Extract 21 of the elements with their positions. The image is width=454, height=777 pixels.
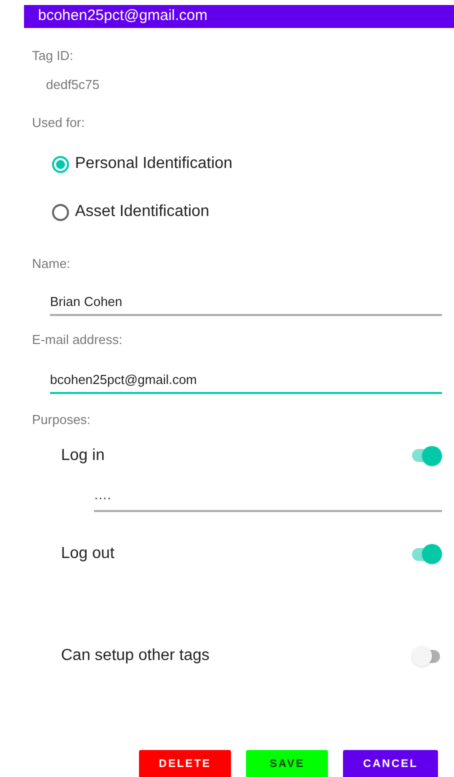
radio-option[interactable]: Personal Identification <box>52 152 232 176</box>
app-bar-title: bcohen25pct@gmail.com <box>38 6 208 26</box>
toggle-switch[interactable] <box>412 646 442 666</box>
text-field[interactable]: Brian Cohen <box>50 292 442 316</box>
radio-option[interactable]: Asset Identification <box>52 200 210 224</box>
purpose-label: Log out <box>61 544 114 564</box>
toggle-switch[interactable] <box>412 446 442 466</box>
password-field[interactable]: ···· <box>94 488 442 512</box>
action-button[interactable]: CANCEL <box>343 750 438 777</box>
action-button[interactable]: SAVE <box>246 750 328 777</box>
field-label: E-mail address: <box>32 331 124 349</box>
toggle-switch[interactable] <box>412 544 442 564</box>
text-field[interactable]: bcohen25pct@gmail.com <box>50 370 442 394</box>
purpose-label: Log in <box>61 446 105 466</box>
purpose-label: Can setup other tags <box>61 646 210 666</box>
tag-id-value: dedf5c75 <box>46 76 100 94</box>
field-label: Purposes: <box>32 411 92 429</box>
action-button[interactable]: DELETE <box>138 750 232 777</box>
field-label: Used for: <box>32 114 86 132</box>
field-label: Name: <box>32 255 72 273</box>
field-label: Tag ID: <box>32 46 74 65</box>
